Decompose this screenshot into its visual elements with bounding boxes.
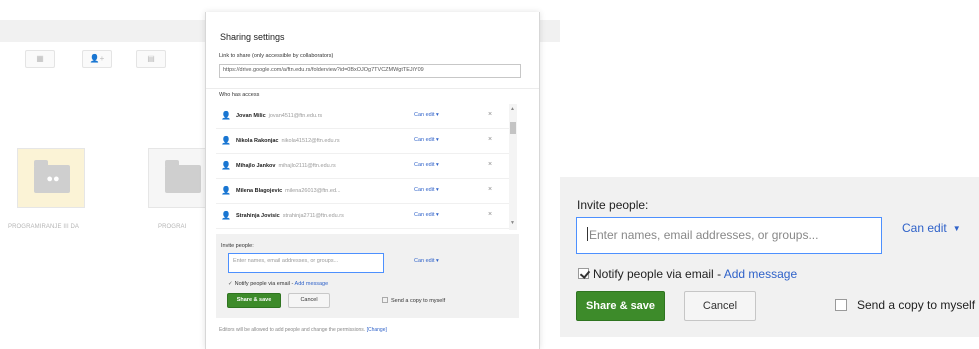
dialog-title: Sharing settings <box>220 32 285 42</box>
link-to-share-label: Link to share (only accessible by collab… <box>219 53 334 59</box>
send-copy-checkbox[interactable]: Send a copy to myself <box>382 297 445 304</box>
checkmark-icon: ✓ <box>228 281 233 287</box>
person-icon: 👤 <box>221 111 231 120</box>
people-icon: ●● <box>46 173 60 185</box>
access-list-scrollbar[interactable]: ▲ ▼ <box>509 104 517 230</box>
notify-checkbox[interactable]: ✓ Notify people via email - Add message <box>228 281 328 287</box>
notify-checkbox[interactable]: Notify people via email - Add message <box>578 267 797 281</box>
invite-input[interactable]: Enter names, email addresses, or groups.… <box>228 253 384 273</box>
who-has-access-label: Who has access <box>219 92 260 98</box>
scroll-up-icon[interactable]: ▲ <box>510 106 515 112</box>
invite-permission-dropdown[interactable]: Can edit ▼ <box>902 221 961 235</box>
person-name: Strahinja Jovisic strahinja2711@ftn.edu.r… <box>236 213 344 219</box>
share-link-field[interactable]: https://drive.google.com/a/ftn.edu.rs/fo… <box>219 64 521 78</box>
checkbox-checked-icon[interactable] <box>578 268 589 279</box>
invite-panel: Invite people: Enter names, email addres… <box>216 234 519 318</box>
add-message-link[interactable]: Add message <box>724 267 797 281</box>
folder-icon <box>165 160 201 193</box>
checkbox-icon[interactable] <box>835 299 847 311</box>
scrollbar-thumb[interactable] <box>510 122 516 134</box>
remove-icon[interactable]: × <box>488 211 492 218</box>
person-email: jovan4511@ftn.edu.rs <box>268 113 323 119</box>
access-row: 👤 Nikola Rakonjac nikola41512@ftn.edu.rs … <box>216 129 512 154</box>
person-email: nikola41512@ftn.edu.rs <box>281 138 340 144</box>
permission-dropdown[interactable]: Can edit ▾ <box>414 187 439 193</box>
person-add-icon[interactable]: 👤+ <box>82 50 112 68</box>
permission-dropdown[interactable]: Can edit ▾ <box>414 162 439 168</box>
cancel-button[interactable]: Cancel <box>684 291 756 321</box>
access-row: 👤 Mihajlo Jankov mihajlo2111@ftn.edu.rs C… <box>216 154 512 179</box>
access-row: 👤 Jovan Milic jovan4511@ftn.edu.rs Can ed… <box>216 104 512 129</box>
person-email: milena26013@ftn.ed... <box>285 188 341 194</box>
remove-icon[interactable]: × <box>488 111 492 118</box>
folder-caption: PROGRAMIRANJE III DA <box>8 224 80 230</box>
share-and-save-button[interactable]: Share & save <box>227 293 281 308</box>
folder-card-selected[interactable]: ●● <box>17 148 85 208</box>
send-copy-label: Send a copy to myself <box>391 298 446 304</box>
person-name: Jovan Milic jovan4511@ftn.edu.rs <box>236 113 323 119</box>
person-icon: 👤 <box>221 161 231 170</box>
send-copy-checkbox[interactable]: Send a copy to myself <box>835 298 975 312</box>
share-and-save-button[interactable]: Share & save <box>576 291 665 321</box>
grid-icon[interactable]: ▦ <box>25 50 55 68</box>
permission-dropdown[interactable]: Can edit ▾ <box>414 212 439 218</box>
person-icon: 👤 <box>221 186 231 195</box>
permission-dropdown[interactable]: Can edit ▾ <box>414 137 439 143</box>
person-email: strahinja2711@ftn.edu.rs <box>282 213 344 219</box>
notify-label: Notify people via email <box>593 267 714 281</box>
person-name: Mihajlo Jankov mihajlo2111@ftn.edu.rs <box>236 163 336 169</box>
dropdown-arrow-icon: ▼ <box>952 224 961 233</box>
invite-permission-dropdown[interactable]: Can edit ▾ <box>414 258 439 264</box>
invite-label: Invite people: <box>577 198 649 212</box>
access-list: 👤 Jovan Milic jovan4511@ftn.edu.rs Can ed… <box>216 104 512 230</box>
checkbox-icon <box>382 297 388 303</box>
invite-panel-enlarged: Invite people: Enter names, email addres… <box>560 177 979 337</box>
background-header-band <box>0 20 205 42</box>
access-row: 👤 Milena Blagojevic milena26013@ftn.ed...… <box>216 179 512 204</box>
notify-label: Notify people via email <box>234 281 290 287</box>
remove-icon[interactable]: × <box>488 136 492 143</box>
cancel-button[interactable]: Cancel <box>288 293 330 308</box>
remove-icon[interactable]: × <box>488 186 492 193</box>
invite-label: Invite people: <box>221 243 254 249</box>
shared-folder-icon: ●● <box>34 160 70 193</box>
person-icon: 👤 <box>221 136 231 145</box>
change-link[interactable]: [Change] <box>367 327 387 333</box>
add-message-link[interactable]: Add message <box>295 281 329 287</box>
invite-input[interactable]: Enter names, email addresses, or groups.… <box>576 217 882 254</box>
background-toolbar: ▦ 👤+ ▤ <box>0 50 205 68</box>
person-name: Nikola Rakonjac nikola41512@ftn.edu.rs <box>236 138 340 144</box>
permission-dropdown[interactable]: Can edit ▾ <box>414 112 439 118</box>
remove-icon[interactable]: × <box>488 161 492 168</box>
scroll-down-icon[interactable]: ▼ <box>510 220 515 226</box>
person-email: mihajlo2111@ftn.edu.rs <box>278 163 336 169</box>
sharing-settings-dialog: Sharing settings Link to share (only acc… <box>205 12 540 349</box>
access-row: 👤 Strahinja Jovisic strahinja2711@ftn.edu… <box>216 204 512 229</box>
person-name: Milena Blagojevic milena26013@ftn.ed... <box>236 188 341 194</box>
dialog-footer: Editors will be allowed to add people an… <box>219 327 387 333</box>
divider <box>206 88 539 89</box>
send-copy-label: Send a copy to myself <box>857 298 976 312</box>
background-header-band-right <box>540 20 560 42</box>
folder-caption: PROGRAI <box>158 224 187 230</box>
person-icon: 👤 <box>221 211 231 220</box>
view-icon[interactable]: ▤ <box>136 50 166 68</box>
text-caret <box>587 227 588 241</box>
